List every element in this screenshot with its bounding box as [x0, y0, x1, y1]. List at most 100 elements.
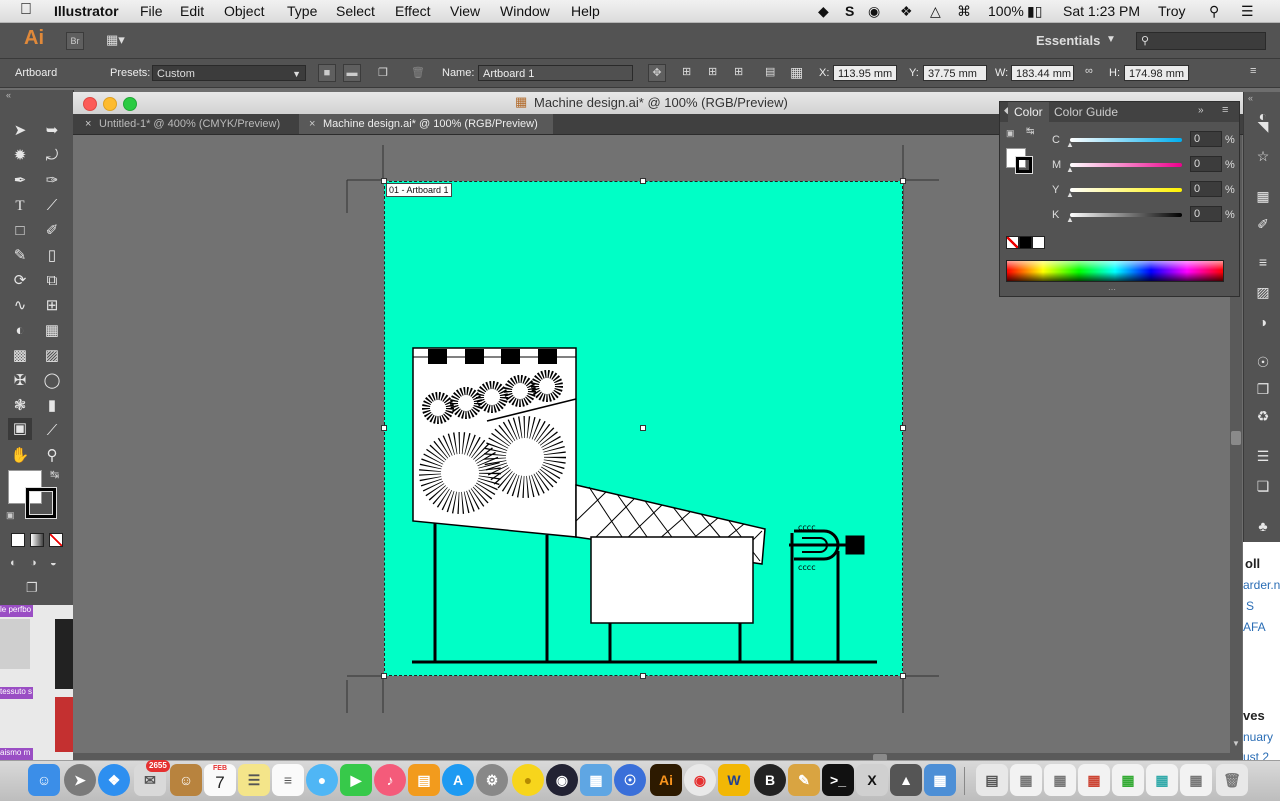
pencil-tool-icon[interactable]: ✎ [8, 245, 32, 267]
finder-icon[interactable]: ☺ [28, 764, 60, 796]
column-graph-tool-icon[interactable]: ▮ [40, 395, 64, 417]
artboard[interactable]: 01 - Artboard 1 cccc cccc [381, 178, 906, 679]
cc-libraries-icon[interactable]: ☆ [1253, 146, 1273, 166]
scroll-down-icon[interactable]: ▼ [1232, 739, 1240, 748]
cyan-input[interactable]: 0 [1190, 131, 1222, 147]
launchpad-icon[interactable]: ➤ [64, 764, 96, 796]
artboard-tool-icon[interactable]: ▣ [8, 418, 32, 440]
document-stack-icon[interactable]: ▦ [1078, 764, 1110, 796]
screen-mode-icon[interactable]: ❐ [26, 580, 38, 596]
cyan-slider-thumb[interactable]: ▲ [1066, 140, 1074, 149]
rotate-tool-icon[interactable]: ⟳ [8, 270, 32, 292]
height-input[interactable]: 174.98 mm [1124, 65, 1189, 81]
handle-bottom-right[interactable] [900, 673, 906, 679]
messages-icon[interactable]: ● [306, 764, 338, 796]
cinema-icon[interactable]: ◉ [546, 764, 578, 796]
handle-top-left[interactable] [381, 178, 387, 184]
bridge-button[interactable]: Br [66, 32, 84, 50]
calendar-icon[interactable]: FEB 7 [204, 764, 236, 796]
close-tab-icon[interactable]: × [309, 114, 315, 134]
draw-behind-icon[interactable]: ◑ [30, 557, 37, 569]
width-input[interactable]: 183.44 mm [1011, 65, 1074, 81]
status-s-icon[interactable]: S [845, 3, 854, 19]
handle-bottom[interactable] [640, 673, 646, 679]
transparency-icon[interactable]: ◑ [1253, 312, 1273, 332]
user-name[interactable]: Troy [1158, 3, 1185, 19]
color-guide-icon[interactable]: ◥ [1253, 116, 1273, 136]
hand-tool-icon[interactable]: ✋ [8, 445, 32, 467]
slice-tool-icon[interactable]: ⟋ [40, 420, 64, 442]
illustrator-dock-icon[interactable]: Ai [650, 764, 682, 796]
shape-builder-tool-icon[interactable]: ◐ [8, 320, 32, 342]
stroke-color-swatch[interactable] [1016, 157, 1032, 173]
default-fill-stroke-icon[interactable]: ▣ [6, 510, 15, 521]
handle-right[interactable] [900, 425, 906, 431]
workspace-chevron-icon[interactable]: ▼ [1106, 34, 1116, 45]
zoom-window-button[interactable] [123, 97, 137, 111]
downloads-stack-icon[interactable]: ▤ [976, 764, 1008, 796]
itunes-icon[interactable]: ♪ [374, 764, 406, 796]
gradient-tool-icon[interactable]: ▨ [40, 345, 64, 367]
direct-selection-tool-icon[interactable]: ➥ [40, 120, 64, 142]
notes-icon[interactable]: ☰ [238, 764, 270, 796]
free-transform-tool-icon[interactable]: ⊞ [40, 295, 64, 317]
video-safe-areas-icon[interactable]: ⊞ [734, 65, 743, 78]
lasso-tool-icon[interactable]: ⤾ [40, 145, 64, 167]
symbol-sprayer-tool-icon[interactable]: ❃ [8, 395, 32, 417]
black-swatch[interactable] [1019, 236, 1032, 249]
new-artboard-icon[interactable]: ❐ [378, 66, 388, 79]
gradient-panel-icon[interactable]: ▨ [1253, 282, 1273, 302]
symbols-icon[interactable]: ♻ [1253, 406, 1273, 426]
apple-menu-icon[interactable]:  [20, 1, 32, 19]
default-colors-icon[interactable]: ▣ [1006, 128, 1015, 139]
document-stack-icon[interactable]: ▦ [1112, 764, 1144, 796]
x11-icon[interactable]: X [856, 764, 888, 796]
layers-icon[interactable]: ☰ [1253, 446, 1273, 466]
notification-center-icon[interactable]: ☰ [1241, 3, 1254, 20]
expand-panel-icon[interactable]: » [1198, 105, 1204, 116]
magenta-slider[interactable] [1070, 163, 1182, 167]
landscape-icon[interactable]: ▬ [343, 64, 361, 82]
artboard-name-input[interactable]: Artboard 1 [478, 65, 633, 81]
battery-percent[interactable]: 100% [988, 3, 1024, 19]
club-icon[interactable]: ♣ [1253, 516, 1273, 536]
tab-untitled-1[interactable]: × Untitled-1* @ 400% (CMYK/Preview) [75, 114, 297, 134]
spotlight-search-icon[interactable]: ⚲ [1209, 3, 1219, 20]
swap-fill-stroke-icon[interactable]: ↹ [50, 468, 59, 481]
sketch-icon[interactable]: ✎ [788, 764, 820, 796]
color-spectrum[interactable] [1006, 260, 1224, 282]
document-stack-icon[interactable]: ▦ [1044, 764, 1076, 796]
type-tool-icon[interactable]: T [8, 195, 32, 217]
menu-effect[interactable]: Effect [395, 3, 431, 19]
close-window-button[interactable] [83, 97, 97, 111]
battery-icon[interactable]: ▮▯ [1027, 3, 1042, 20]
curvature-tool-icon[interactable]: ✑ [40, 170, 64, 192]
black-input[interactable]: 0 [1190, 206, 1222, 222]
handle-top-right[interactable] [900, 178, 906, 184]
portrait-icon[interactable]: ■ [318, 64, 336, 82]
menu-view[interactable]: View [450, 3, 480, 19]
pen-tool-icon[interactable]: ✒ [8, 170, 32, 192]
mail-icon[interactable]: ✉ 2655 [134, 760, 170, 796]
magic-wand-tool-icon[interactable]: ✹ [8, 145, 32, 167]
none-mode-icon[interactable] [49, 533, 63, 547]
show-center-mark-icon[interactable]: ⊞ [682, 65, 691, 78]
notification-bell-icon[interactable]: ◆ [818, 3, 829, 20]
wunderlist-icon[interactable]: W [718, 764, 750, 796]
magenta-input[interactable]: 0 [1190, 156, 1222, 172]
handle-bottom-left[interactable] [381, 673, 387, 679]
x-input[interactable]: 113.95 mm [833, 65, 897, 81]
photo-icon[interactable]: ▦ [924, 764, 956, 796]
white-swatch[interactable] [1032, 236, 1045, 249]
panel-resize-grip[interactable]: ⋯ [1108, 285, 1116, 294]
ibooks-icon[interactable]: ▤ [408, 764, 440, 796]
facetime-icon[interactable]: ▶ [340, 764, 372, 796]
stroke-panel-icon[interactable]: ≡ [1253, 252, 1273, 272]
swatches-icon[interactable]: ▦ [1253, 186, 1273, 206]
tab-color[interactable]: Color [1008, 102, 1049, 122]
yellow-slider-thumb[interactable]: ▲ [1066, 190, 1074, 199]
draw-normal-icon[interactable]: ◐ [10, 557, 17, 569]
draw-inside-icon[interactable]: ◒ [50, 557, 57, 569]
handle-center[interactable] [640, 425, 646, 431]
scale-tool-icon[interactable]: ⧉ [40, 270, 64, 292]
